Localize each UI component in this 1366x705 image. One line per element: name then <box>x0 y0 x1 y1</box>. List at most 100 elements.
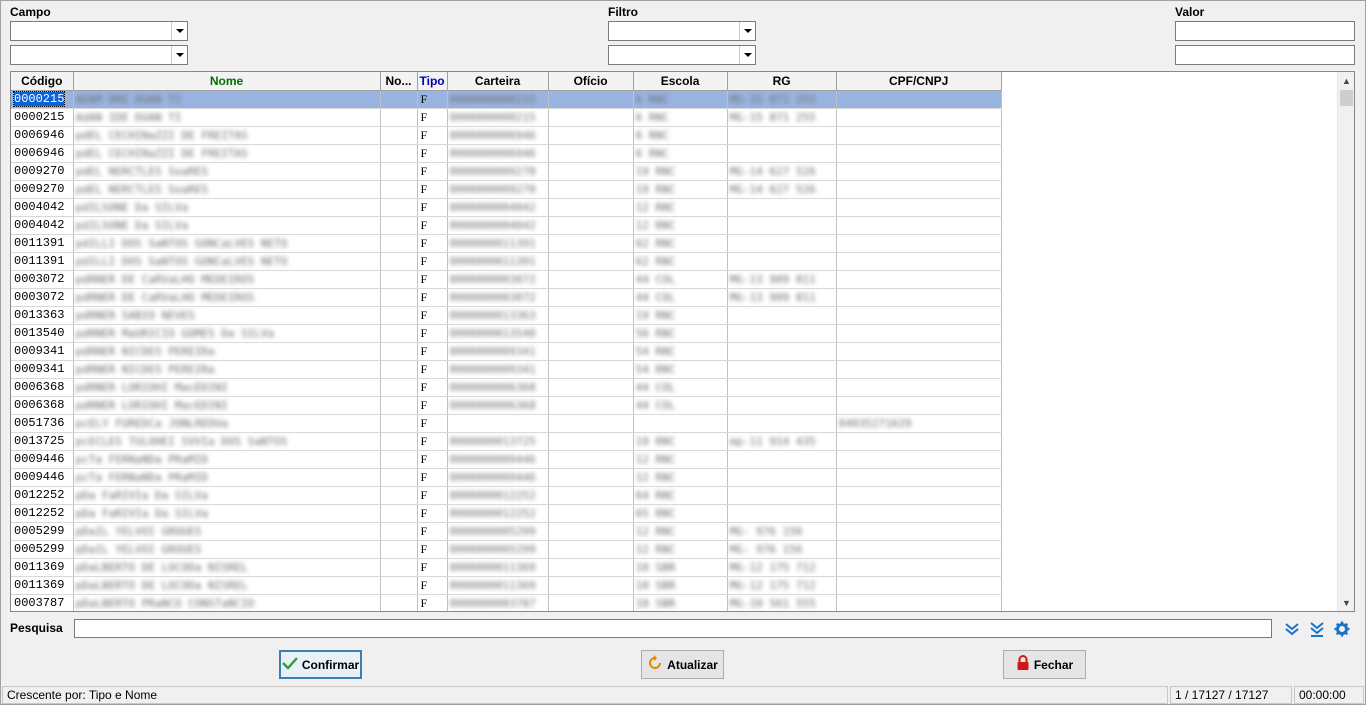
table-row[interactable]: 0011369 pDaLBERTO DE LOCODa NISREL F 000000… <box>11 558 1002 577</box>
cell-rg-text: MG-12 175 712 <box>729 560 816 574</box>
cell-rg: MG-10 561 555 <box>727 594 837 611</box>
search-input[interactable] <box>74 619 1272 638</box>
campo-select-1[interactable] <box>10 21 188 41</box>
cell-escola: 62 RNC <box>633 252 728 271</box>
vertical-scrollbar[interactable]: ▲ ▼ <box>1337 72 1354 611</box>
col-header-codigo[interactable]: Código <box>11 72 74 91</box>
filtro-select-1[interactable] <box>608 21 756 41</box>
valor-input-1[interactable] <box>1175 21 1355 41</box>
cell-rg <box>727 450 837 469</box>
cell-escola: 44 COL <box>633 288 728 307</box>
records-grid[interactable]: Código Nome No... Tipo Carteira Ofício E… <box>10 71 1355 612</box>
col-header-rg[interactable]: RG <box>727 72 837 91</box>
refresh-button[interactable]: Atualizar <box>641 650 724 679</box>
table-row[interactable]: 0009270 pdEL NERCTLES SoaRES F 000000000927… <box>11 180 1002 199</box>
table-row[interactable]: 0013540 pdRNER MaURICIO GOMES Da SILVa F 00… <box>11 324 1002 343</box>
cell-rg-text: MG-13 909 811 <box>729 272 816 286</box>
scrollbar-thumb[interactable] <box>1340 90 1353 106</box>
col-header-escola[interactable]: Escola <box>633 72 728 91</box>
cell-carteira: 0000000009270 <box>447 162 549 181</box>
cell-code: 0012252 <box>11 486 74 505</box>
table-row[interactable]: 0011391 pdILLI DOS SaNTOS GONCaLVES NETO F… <box>11 234 1002 253</box>
chevron-down-icon[interactable] <box>739 46 755 64</box>
cell-rg-text: MG-15 871 255 <box>729 92 816 106</box>
cell-nome: pdEL CECHINaZZI DE FREITAS <box>73 144 381 163</box>
cell-escola-text: 19 RNC <box>635 164 676 178</box>
cell-carteira: 0000000009446 <box>447 450 549 469</box>
table-row[interactable]: 0009446 pcTa FERNaNDa PRaMID F 000000000944… <box>11 450 1002 469</box>
table-row[interactable]: 0005299 pDaIL YELVOI GROUES F 0000000005299… <box>11 522 1002 541</box>
table-row[interactable]: 0000215 AdAN IDE DUAN TI F 0000000000215 6 R… <box>11 108 1002 127</box>
scroll-up-icon[interactable]: ▲ <box>1338 72 1354 89</box>
cell-nome: ADAM DRE DUAN TI <box>73 90 381 109</box>
cell-nome-text: pdEL NERCTLES SoaRES <box>75 182 208 196</box>
cell-code-text: 0009270 <box>14 164 65 178</box>
cell-escola: 19 RNC <box>633 306 728 325</box>
cell-carteira: 0000000011391 <box>447 234 549 253</box>
table-row[interactable]: 0003072 pdRNER DE CaRVaLHO MEDEIROS F 00000… <box>11 288 1002 307</box>
arrow-to-bottom-icon[interactable] <box>1308 620 1326 638</box>
table-row[interactable]: 0003787 pDaLBERTO PRaNCO CONSTaNCIO F 00000… <box>11 594 1002 611</box>
chevron-down-icon[interactable] <box>739 22 755 40</box>
table-row[interactable]: 0000215 ADAM DRE DUAN TI F 0000000000215 6 R… <box>11 90 1002 109</box>
table-row[interactable]: 0009341 pdRNER NICDES PEREIRa F 00000000093… <box>11 360 1002 379</box>
table-row[interactable]: 0006368 pdRNER LORIOHI MacEDINI F 000000000… <box>11 396 1002 415</box>
close-button[interactable]: Fechar <box>1003 650 1086 679</box>
table-row[interactable]: 0011391 pdILLI DOS SaNTOS GONCaLVES NETO F… <box>11 252 1002 271</box>
campo-select-2[interactable] <box>10 45 188 65</box>
cell-oficio <box>548 126 634 145</box>
col-header-nome[interactable]: Nome <box>73 72 381 91</box>
double-chevron-down-icon[interactable] <box>1283 620 1301 638</box>
table-row[interactable]: 0012252 pDa FaRIVIa Da SILVa F 000000001225… <box>11 486 1002 505</box>
cell-no <box>380 288 418 307</box>
cell-carteira: 0000000009446 <box>447 468 549 487</box>
cell-tipo: F <box>417 594 448 611</box>
table-row[interactable]: 0009446 pcTa FERNaNDa PRaMID F 000000000944… <box>11 468 1002 487</box>
table-row[interactable]: 0005299 pDaIL YELVOI GROUES F 0000000005299… <box>11 540 1002 559</box>
cell-no <box>380 270 418 289</box>
cell-oficio <box>548 144 634 163</box>
scroll-down-icon[interactable]: ▼ <box>1338 594 1354 611</box>
table-row[interactable]: 0006368 pdRNER LORIOHI MacEDINI F 000000000… <box>11 378 1002 397</box>
cell-no <box>380 468 418 487</box>
cell-carteira: 0000000005299 <box>447 522 549 541</box>
cell-escola-text: 12 RNC <box>635 452 676 466</box>
cell-tipo-text: F <box>420 523 428 538</box>
chevron-down-icon[interactable] <box>171 46 187 64</box>
table-row[interactable]: 0009270 pdEL NERCTLES SoaRES F 000000000927… <box>11 162 1002 181</box>
cell-tipo-text: F <box>420 451 428 466</box>
cell-no <box>380 126 418 145</box>
cell-oficio <box>548 270 634 289</box>
col-header-cpf-cnpj[interactable]: CPF/CNPJ <box>836 72 1002 91</box>
col-header-tipo[interactable]: Tipo <box>417 72 448 91</box>
gear-icon[interactable] <box>1333 620 1351 638</box>
col-header-no[interactable]: No... <box>380 72 418 91</box>
table-row[interactable]: 0004042 pdILSONE Da SILVa F 0000000004042 12… <box>11 216 1002 235</box>
cell-escola-text: 10 SBR <box>635 578 676 592</box>
cell-carteira: 0000000011369 <box>447 576 549 595</box>
table-row[interactable]: 0013725 pcECLES TULOHEI SVVIa DOS SaNTOS F… <box>11 432 1002 451</box>
cell-oficio <box>548 324 634 343</box>
table-row[interactable]: 0006946 pdEL CECHINaZZI DE FREITAS F 000000… <box>11 144 1002 163</box>
cell-carteira: 0000000006946 <box>447 144 549 163</box>
col-header-carteira[interactable]: Carteira <box>447 72 549 91</box>
confirm-button[interactable]: Confirmar <box>279 650 362 679</box>
table-row[interactable]: 0003072 pdRNER DE CaRVaLHO MEDEIROS F 00000… <box>11 270 1002 289</box>
chevron-down-icon[interactable] <box>171 22 187 40</box>
cell-carteira: 0000000009341 <box>447 342 549 361</box>
table-row[interactable]: 0011369 pDaLBERTO DE LOCODa NISREL F 000000… <box>11 576 1002 595</box>
cell-tipo: F <box>417 360 448 379</box>
filtro-select-2[interactable] <box>608 45 756 65</box>
table-row[interactable]: 0009341 pdRNER NICDES PEREIRa F 00000000093… <box>11 342 1002 361</box>
table-row[interactable]: 0004042 pdILSONE Da SILVa F 0000000004042 12… <box>11 198 1002 217</box>
cell-carteira: 0000000013363 <box>447 306 549 325</box>
cell-rg <box>727 144 837 163</box>
table-row[interactable]: 0051736 pcELY FUREDCa JONLREDUa F 040352716… <box>11 414 1002 433</box>
cell-no <box>380 252 418 271</box>
table-row[interactable]: 0012252 pDa FaRIVIa Da SILVa F 000000001225… <box>11 504 1002 523</box>
table-row[interactable]: 0013363 pdRNER SABIO NEVES F 0000000013363 1… <box>11 306 1002 325</box>
table-row[interactable]: 0006946 pdEL CECHINaZZI DE FREITAS F 000000… <box>11 126 1002 145</box>
campo-label: Campo <box>10 5 51 19</box>
col-header-oficio[interactable]: Ofício <box>548 72 634 91</box>
valor-input-2[interactable] <box>1175 45 1355 65</box>
